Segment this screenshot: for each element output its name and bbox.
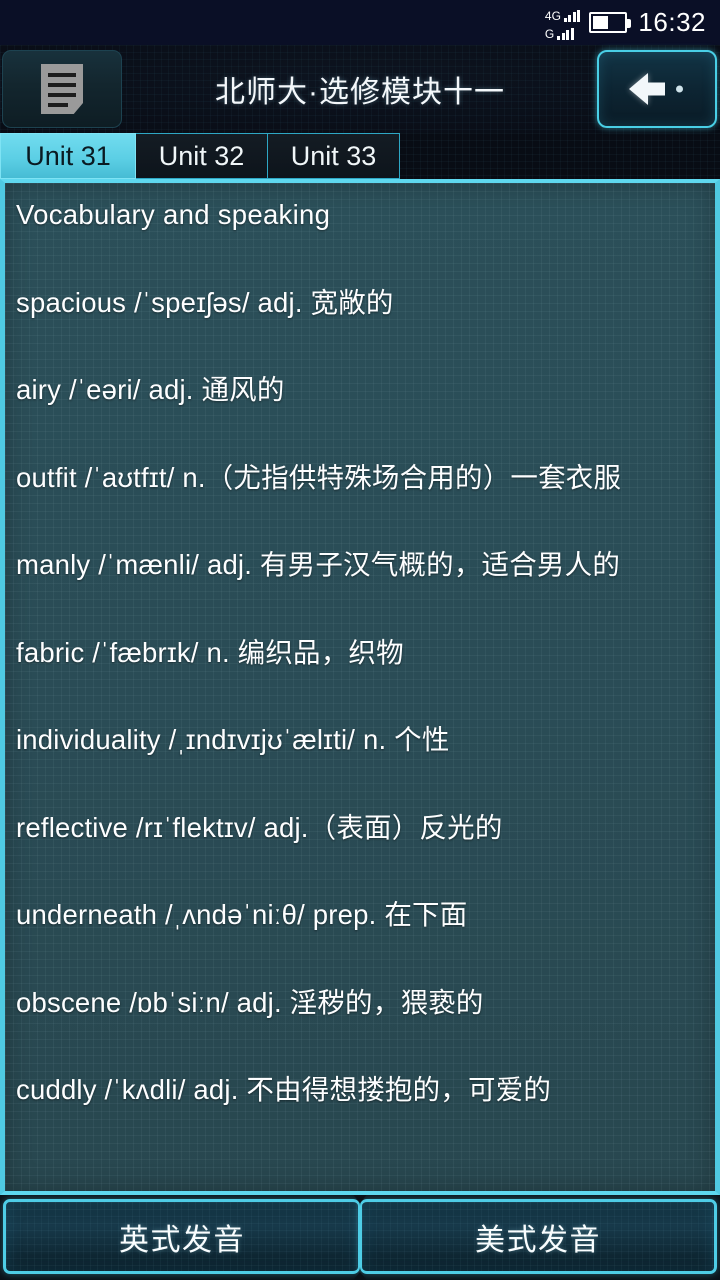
tab-label: Unit 31 [25,140,111,171]
vocabulary-item[interactable]: obscene /ɒbˈsiːn/ adj. 淫秽的，猥亵的 [16,988,705,1077]
vocabulary-item[interactable]: underneath /ˌʌndəˈniːθ/ prep. 在下面 [16,900,705,989]
button-label: 美式发音 [475,1223,601,1257]
title-bar: 北师大·选修模块十一 [0,45,720,133]
vocabulary-list: Vocabulary and speaking spacious /ˈspeɪʃ… [5,183,715,1164]
sim1-network-label: 4G [544,8,561,23]
tab-unit-33[interactable]: Unit 33 [268,133,400,179]
unit-tab-bar: Unit 31 Unit 32 Unit 33 [0,133,720,179]
section-heading: Vocabulary and speaking [16,199,331,230]
signal-bars-icon: 4G G [545,6,581,40]
vocabulary-item[interactable]: fabric /ˈfæbrɪk/ n. 编织品，织物 [16,638,705,727]
vocabulary-item[interactable]: cuddly /ˈkʌdli/ adj. 不由得想搂抱的，可爱的 [16,1075,705,1164]
menu-button[interactable] [2,50,122,128]
back-arrow-icon [629,72,685,106]
status-clock: 16:32 [638,7,706,37]
vocabulary-item[interactable]: individuality /ˌɪndɪvɪjʊˈælɪti/ n. 个性 [16,725,705,814]
button-label: 英式发音 [119,1223,245,1257]
tab-label: Unit 33 [290,140,377,171]
app-screen: 4G G 16:32 北师大·选修模块十一 Unit 31 Unit 32 Un… [0,0,720,1280]
tab-bar-filler [400,133,720,179]
british-pronunciation-button[interactable]: 英式发音 [3,1199,360,1274]
american-pronunciation-button[interactable]: 美式发音 [360,1199,717,1274]
tab-unit-31[interactable]: Unit 31 [0,133,136,179]
vocabulary-item[interactable]: reflective /rɪˈflektɪv/ adj.（表面）反光的 [16,813,705,902]
vocabulary-item[interactable]: outfit /ˈaʊtfɪt/ n.（尤指供特殊场合用的）一套衣服 [16,463,705,552]
pronunciation-button-bar: 英式发音 美式发音 [0,1195,720,1280]
vocabulary-panel[interactable]: Vocabulary and speaking spacious /ˈspeɪʃ… [0,179,720,1195]
vocabulary-item[interactable]: spacious /ˈspeɪʃəs/ adj. 宽敞的 [16,288,705,377]
status-bar: 4G G 16:32 [0,0,720,45]
battery-fill [593,16,609,29]
tab-unit-32[interactable]: Unit 32 [136,133,268,179]
tab-label: Unit 32 [158,140,245,171]
sim2-network-label: G [544,26,555,41]
document-lines-icon [41,64,83,114]
vocabulary-item[interactable]: airy /ˈeəri/ adj. 通风的 [16,375,705,464]
back-button[interactable] [597,50,717,128]
vocabulary-item[interactable]: manly /ˈmænli/ adj. 有男子汉气概的，适合男人的 [16,550,705,639]
battery-icon [589,12,632,33]
